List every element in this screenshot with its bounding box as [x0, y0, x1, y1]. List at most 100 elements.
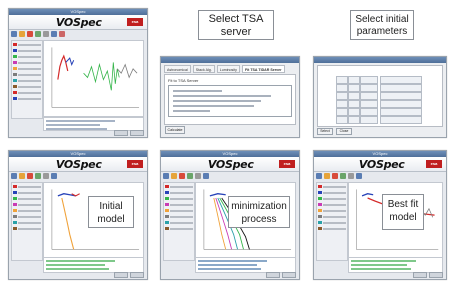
callout-minimization-text: minimization process — [231, 201, 287, 225]
sidebar-row[interactable] — [13, 42, 41, 47]
spectrum-plot[interactable] — [43, 40, 144, 117]
button-b[interactable] — [130, 130, 144, 136]
esa-logo: esa — [127, 18, 143, 26]
parameters-grid — [317, 65, 443, 127]
spectrum-red — [57, 54, 69, 80]
print-icon[interactable] — [203, 173, 209, 179]
dialog-tabs: Astronomical Stack Alg. Luminosity Fit T… — [164, 65, 296, 73]
sidebar-row[interactable] — [13, 90, 41, 95]
callout-tail — [376, 40, 386, 56]
spectrum-gray — [116, 63, 138, 79]
esa-logo: esa — [426, 160, 442, 168]
sidebar-row[interactable] — [13, 54, 41, 59]
tab-stack-alg[interactable]: Stack Alg. — [192, 65, 215, 73]
refresh-icon[interactable] — [179, 173, 185, 179]
vospec-header: VOSpec esa — [9, 157, 147, 172]
callout-minimization: minimization process — [228, 196, 290, 228]
spectrum-plot-svg — [51, 47, 140, 108]
open-icon[interactable] — [324, 173, 330, 179]
home-icon[interactable] — [316, 173, 322, 179]
results-list — [195, 257, 296, 273]
refresh-icon[interactable] — [27, 173, 33, 179]
esa-logo: esa — [127, 160, 143, 168]
initial-params-dialog: Select Close — [313, 56, 447, 138]
refresh-icon[interactable] — [332, 173, 338, 179]
callout-tail — [226, 40, 236, 56]
spectrum-green — [83, 62, 120, 91]
dialog-titlebar — [161, 57, 299, 63]
window-buttons — [413, 272, 443, 278]
button-a[interactable] — [114, 130, 128, 136]
spectra-list-sidebar — [11, 182, 43, 261]
select-button[interactable]: Select — [317, 128, 333, 135]
param-row[interactable] — [336, 92, 434, 100]
sidebar-row[interactable] — [13, 72, 41, 77]
vospec-header: VOSpec esa — [9, 15, 147, 30]
vospec-window-best-fit: VOSpec VOSpec esa — [313, 150, 447, 280]
sidebar-row[interactable] — [13, 66, 41, 71]
callout-select-params: Select initial parameters — [350, 10, 414, 40]
param-row[interactable] — [336, 76, 434, 84]
vospec-logo: VOSpec — [55, 16, 102, 29]
zoom-icon[interactable] — [35, 173, 41, 179]
param-row[interactable] — [336, 116, 434, 124]
print-icon[interactable] — [51, 31, 57, 37]
tab-luminosity[interactable]: Luminosity — [216, 65, 240, 73]
toolbar — [316, 172, 444, 180]
vospec-logo: VOSpec — [55, 158, 102, 171]
close-button[interactable]: Close — [336, 128, 352, 135]
tab-fit-tsa[interactable]: Fit TSA TIDAR Server — [241, 65, 285, 73]
window-buttons — [266, 272, 296, 278]
print-icon[interactable] — [356, 173, 362, 179]
settings-icon[interactable] — [348, 173, 354, 179]
spectra-list-sidebar — [163, 182, 195, 261]
home-icon[interactable] — [11, 173, 17, 179]
settings-icon[interactable] — [195, 173, 201, 179]
sidebar-row[interactable] — [13, 60, 41, 65]
open-icon[interactable] — [19, 173, 25, 179]
help-icon[interactable] — [59, 31, 65, 37]
toolbar — [11, 172, 145, 180]
open-icon[interactable] — [171, 173, 177, 179]
callout-select-tsa-text: Select TSA server — [208, 13, 264, 38]
toolbar — [163, 172, 297, 180]
vospec-logo: VOSpec — [207, 158, 254, 171]
model-curve-initial — [61, 197, 75, 250]
window-buttons — [114, 130, 144, 136]
tsa-server-dialog: Astronomical Stack Alg. Luminosity Fit T… — [160, 56, 300, 138]
results-list — [348, 257, 443, 273]
sidebar-row[interactable] — [13, 48, 41, 53]
zoom-icon[interactable] — [340, 173, 346, 179]
settings-icon[interactable] — [43, 173, 49, 179]
toolbar — [11, 30, 145, 38]
vospec-header: VOSpec esa — [314, 157, 446, 172]
callout-best-fit: Best fit model — [382, 194, 424, 230]
sidebar-row[interactable] — [13, 78, 41, 83]
param-row[interactable] — [336, 84, 434, 92]
sidebar-row[interactable] — [13, 84, 41, 89]
results-list — [43, 257, 144, 273]
dialog-buttons: Select Close — [317, 128, 352, 135]
vospec-window-spectrum: VOSpec VOSpec esa — [8, 8, 148, 138]
settings-icon[interactable] — [43, 31, 49, 37]
vospec-header: VOSpec esa — [161, 157, 299, 172]
spectra-list-sidebar — [11, 40, 43, 119]
zoom-icon[interactable] — [35, 31, 41, 37]
refresh-icon[interactable] — [27, 31, 33, 37]
param-row[interactable] — [336, 108, 434, 116]
zoom-icon[interactable] — [187, 173, 193, 179]
window-buttons — [114, 272, 144, 278]
open-icon[interactable] — [19, 31, 25, 37]
dialog-body: Fit to TSA Server — [164, 74, 296, 125]
tab-astronomical[interactable]: Astronomical — [164, 65, 191, 73]
home-icon[interactable] — [163, 173, 169, 179]
print-icon[interactable] — [51, 173, 57, 179]
sidebar-row[interactable] — [13, 96, 41, 101]
server-list[interactable] — [168, 85, 292, 117]
callout-select-tsa: Select TSA server — [198, 10, 274, 40]
param-row[interactable] — [336, 100, 434, 108]
home-icon[interactable] — [11, 31, 17, 37]
calculate-button[interactable]: Calculate — [165, 126, 185, 134]
server-label: Fit to TSA Server — [168, 78, 199, 83]
callout-initial-model-text: Initial model — [97, 201, 125, 225]
